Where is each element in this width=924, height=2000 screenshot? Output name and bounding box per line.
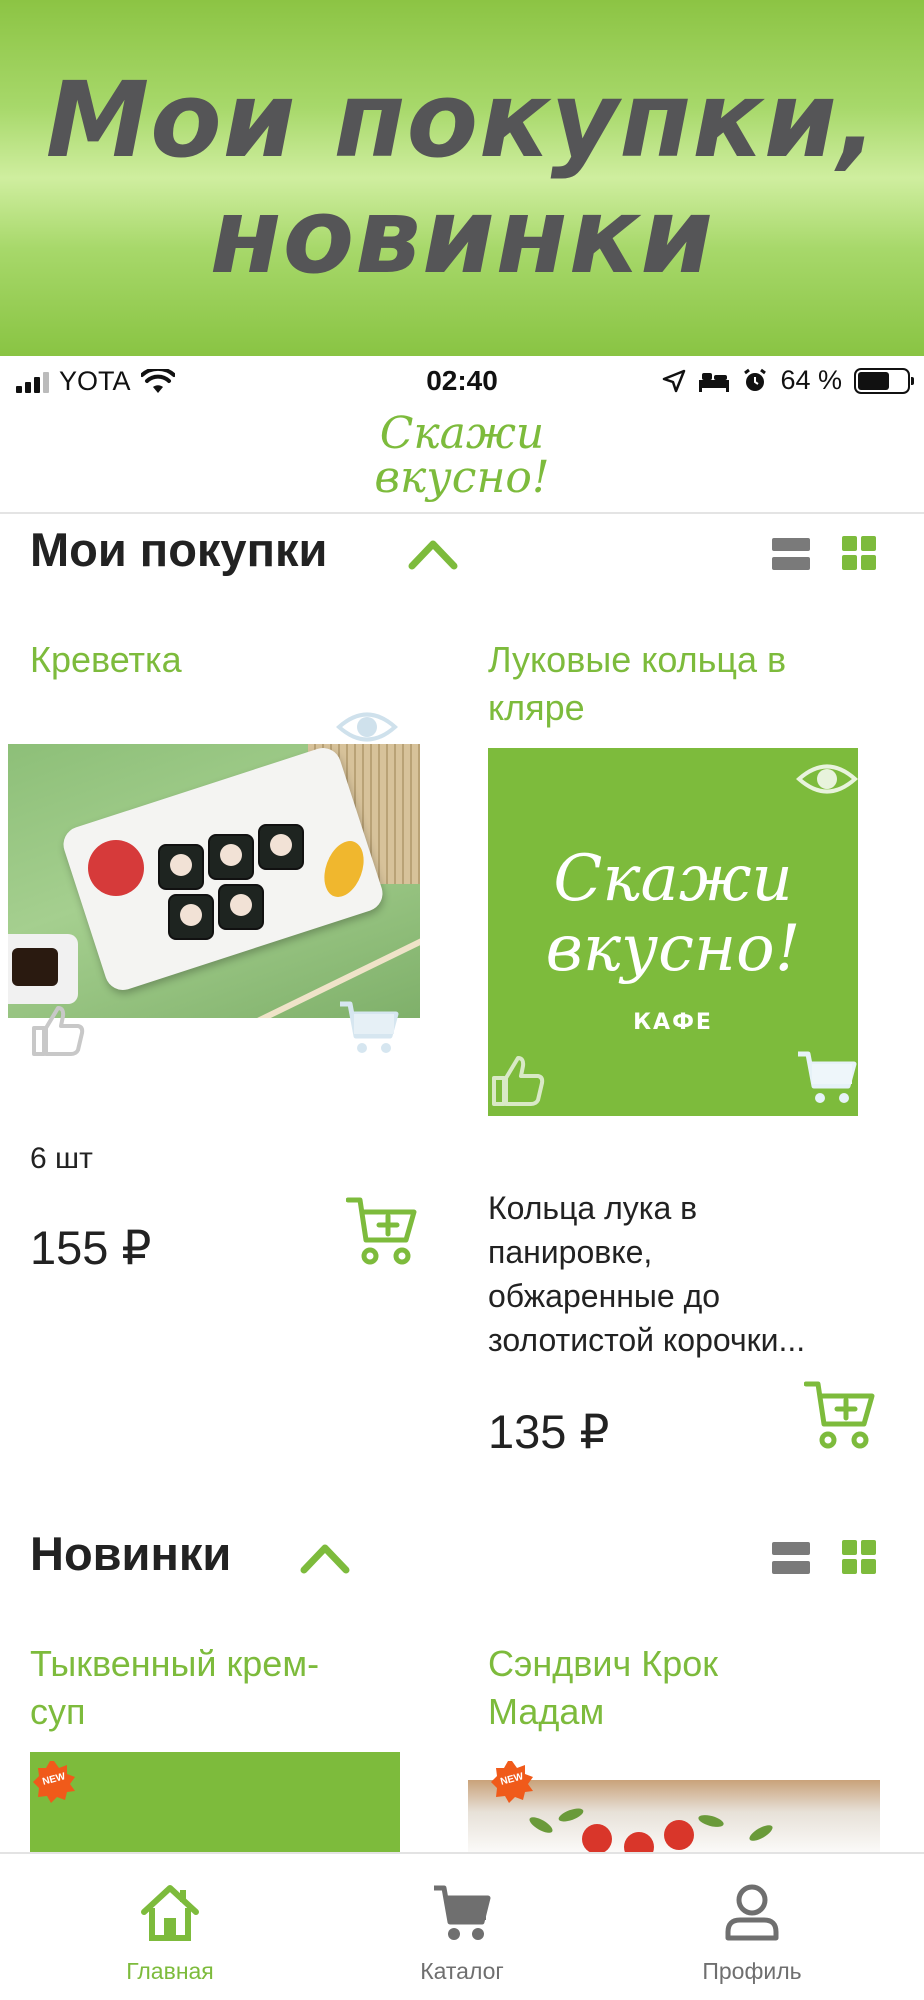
profile-icon: [725, 1884, 779, 1941]
placeholder-logo-cafe: КАФЕ: [633, 1010, 713, 1035]
banner-title-line2: новинки: [209, 175, 715, 297]
eye-icon[interactable]: [336, 706, 398, 748]
product-price: 155 ₽: [30, 1221, 152, 1274]
product-title[interactable]: Луковые кольца в кляре: [488, 636, 786, 732]
add-to-cart-button[interactable]: [804, 1380, 876, 1450]
product-description-line4: золотистой корочки...: [488, 1322, 806, 1358]
product-quantity: 6 шт: [30, 1142, 93, 1175]
product-description-line2: панировке,: [488, 1234, 653, 1270]
product-description-line1: Кольца лука в: [488, 1190, 698, 1226]
chevron-up-icon[interactable]: [300, 1538, 350, 1578]
list-view-icon[interactable]: [772, 538, 810, 570]
tab-label: Каталог: [420, 1958, 504, 1984]
cart-icon: [434, 1885, 491, 1940]
grid-view-icon[interactable]: [842, 536, 876, 570]
logo-line1: Скажи: [379, 408, 545, 459]
product-title[interactable]: Креветка: [30, 636, 182, 684]
product-title-line2: суп: [30, 1691, 86, 1732]
product-title-line2: кляре: [488, 687, 585, 728]
bed-icon: [699, 372, 730, 392]
cart-icon[interactable]: [338, 1000, 402, 1056]
app-logo[interactable]: Скажи вкусно!: [372, 406, 552, 506]
cart-icon[interactable]: [796, 1050, 860, 1106]
product-title-line2: Мадам: [488, 1691, 605, 1732]
list-view-icon[interactable]: [772, 1542, 810, 1574]
app-header: Скажи вкусно!: [0, 406, 924, 514]
banner-title-line1: Мои покупки,: [45, 59, 879, 181]
product-title[interactable]: Тыквенный крем- суп: [30, 1640, 319, 1736]
product-title[interactable]: Сэндвич Крок Мадам: [488, 1640, 718, 1736]
logo-line2: вкусно!: [374, 452, 550, 503]
status-bar: YOTA 02:40 64 %: [0, 356, 924, 406]
like-icon[interactable]: [30, 1004, 86, 1058]
tab-label: Главная: [126, 1958, 214, 1984]
new-badge: NEW: [32, 1760, 76, 1804]
section-title: Мои покупки: [30, 523, 328, 576]
eye-icon[interactable]: [796, 758, 858, 800]
product-description-line3: обжаренные до: [488, 1278, 721, 1314]
product-title-line1: Тыквенный крем-: [30, 1643, 320, 1684]
promo-banner: Мои покупки, новинки: [0, 0, 924, 356]
product-image-placeholder[interactable]: [30, 1752, 400, 1852]
bottom-tab-bar: Главная Каталог Профиль: [0, 1852, 924, 2000]
tab-home[interactable]: Главная: [70, 1854, 270, 2000]
chevron-up-icon[interactable]: [408, 534, 458, 574]
product-price: 135 ₽: [488, 1405, 610, 1458]
tab-label: Профиль: [702, 1958, 802, 1984]
alarm-icon: [744, 368, 767, 391]
section-title: Новинки: [30, 1527, 232, 1580]
tab-catalog[interactable]: Каталог: [362, 1854, 562, 2000]
home-icon: [141, 1885, 199, 1941]
section-header-new: Новинки: [0, 1526, 924, 1596]
placeholder-logo-line2: вкусно!: [545, 912, 801, 986]
location-arrow-icon: [663, 369, 686, 392]
section-header-my-purchases: Мои покупки: [0, 522, 924, 592]
grid-view-icon[interactable]: [842, 1540, 876, 1574]
placeholder-logo-line1: Скажи: [553, 842, 793, 916]
battery-percent: 64 %: [780, 365, 842, 395]
tab-profile[interactable]: Профиль: [652, 1854, 852, 2000]
new-badge: NEW: [490, 1760, 534, 1804]
like-icon[interactable]: [490, 1054, 546, 1108]
product-title-line1: Сэндвич Крок: [488, 1643, 719, 1684]
battery-icon: [854, 367, 914, 394]
product-title-line1: Луковые кольца в: [488, 639, 787, 680]
product-image[interactable]: [8, 744, 420, 1018]
product-description: Кольца лука в панировке, обжаренные до з…: [488, 1186, 805, 1362]
banner-title: Мои покупки, новинки: [46, 62, 879, 294]
add-to-cart-button[interactable]: [346, 1196, 418, 1266]
